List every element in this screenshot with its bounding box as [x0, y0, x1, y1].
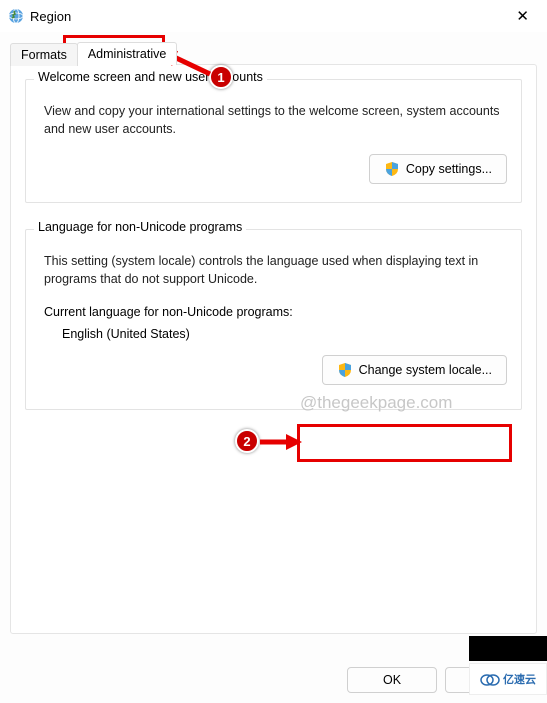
- group-welcome-screen: Welcome screen and new user accounts Vie…: [25, 79, 522, 203]
- black-bar: [469, 636, 547, 661]
- group-title: Language for non-Unicode programs: [34, 220, 246, 234]
- current-language-value: English (United States): [62, 327, 503, 341]
- close-icon[interactable]: ✕: [506, 5, 539, 27]
- group-description: View and copy your international setting…: [44, 102, 503, 138]
- copy-settings-button[interactable]: Copy settings...: [369, 154, 507, 184]
- current-language-label: Current language for non-Unicode program…: [44, 305, 503, 319]
- change-system-locale-button[interactable]: Change system locale...: [322, 355, 507, 385]
- group-description: This setting (system locale) controls th…: [44, 252, 503, 288]
- tab-content: Welcome screen and new user accounts Vie…: [10, 64, 537, 634]
- titlebar: Region ✕: [0, 0, 547, 32]
- group-non-unicode: Language for non-Unicode programs This s…: [25, 229, 522, 409]
- shield-icon: [384, 161, 400, 177]
- logo-text: 亿速云: [503, 674, 536, 686]
- window-title: Region: [30, 9, 506, 24]
- tabs-area: Formats Administrative Welcome screen an…: [0, 32, 547, 634]
- tabs: Formats Administrative: [10, 42, 537, 65]
- ok-button[interactable]: OK: [347, 667, 437, 693]
- group-title: Welcome screen and new user accounts: [34, 70, 267, 84]
- shield-icon: [337, 362, 353, 378]
- bottom-logo: 亿速云: [469, 663, 547, 695]
- tab-administrative[interactable]: Administrative: [77, 42, 178, 65]
- button-label: Copy settings...: [406, 162, 492, 176]
- button-label: Change system locale...: [359, 363, 492, 377]
- tab-formats[interactable]: Formats: [10, 43, 78, 66]
- globe-icon: [8, 8, 24, 24]
